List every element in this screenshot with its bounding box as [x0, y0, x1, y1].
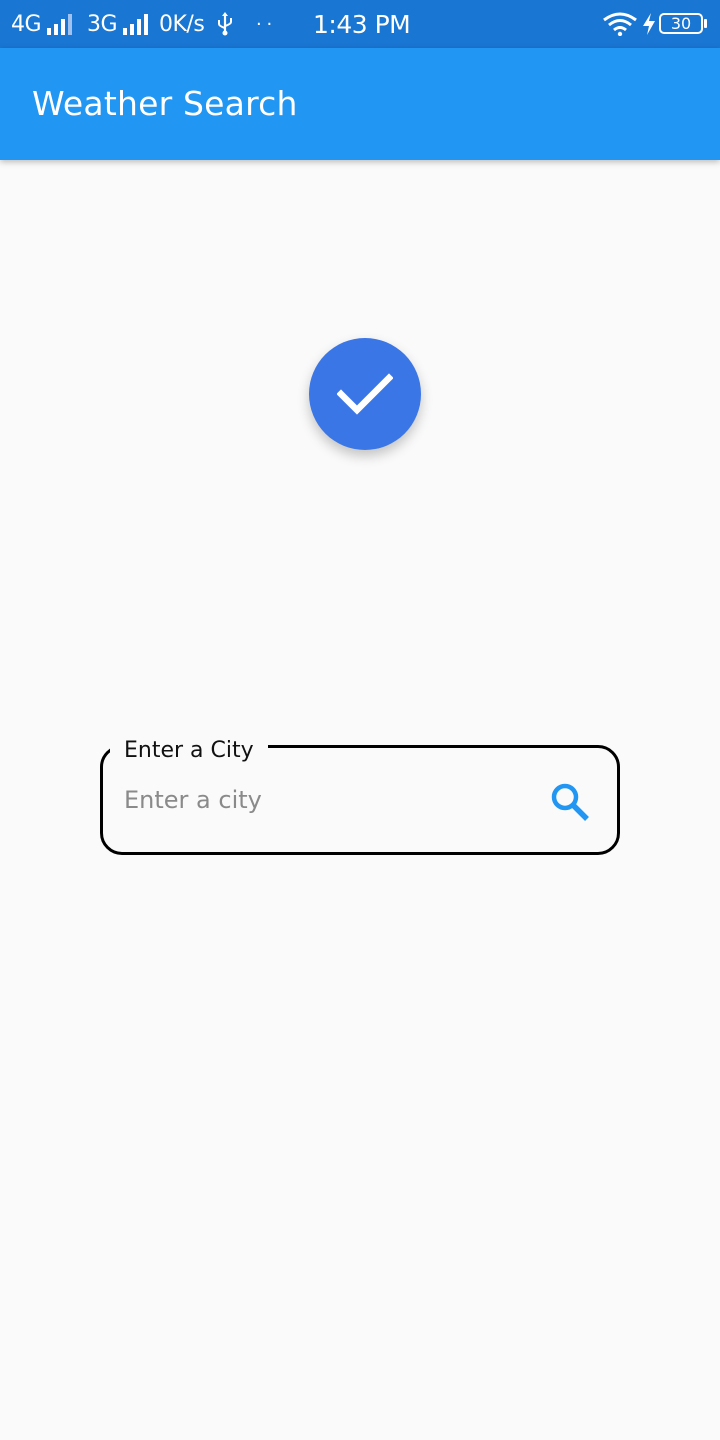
wifi-icon — [603, 12, 637, 36]
status-check-badge — [309, 338, 421, 450]
clock-time: 1:43 PM — [313, 10, 411, 39]
network-type-3g: 3G — [87, 12, 118, 37]
network-speed: 0K/s — [159, 12, 205, 37]
battery-level: 30 — [670, 14, 692, 33]
city-input[interactable] — [124, 778, 524, 822]
app-title: Weather Search — [32, 84, 298, 123]
signal-bars-icon — [47, 14, 72, 35]
search-button[interactable] — [548, 780, 592, 824]
checkmark-icon — [337, 373, 393, 415]
status-bar: 4G 3G 0K/s · · 1:43 PM 30 — [0, 0, 720, 48]
signal-bars-icon — [123, 14, 148, 35]
network-type-4g: 4G — [11, 12, 42, 37]
notification-dots: · · — [256, 14, 272, 35]
battery-tip — [704, 19, 707, 28]
battery-icon: 30 — [659, 13, 703, 34]
charging-bolt-icon — [643, 13, 655, 35]
search-icon — [551, 783, 589, 821]
usb-icon — [218, 12, 232, 36]
app-bar: Weather Search — [0, 48, 720, 160]
city-field-label: Enter a City — [110, 734, 268, 768]
